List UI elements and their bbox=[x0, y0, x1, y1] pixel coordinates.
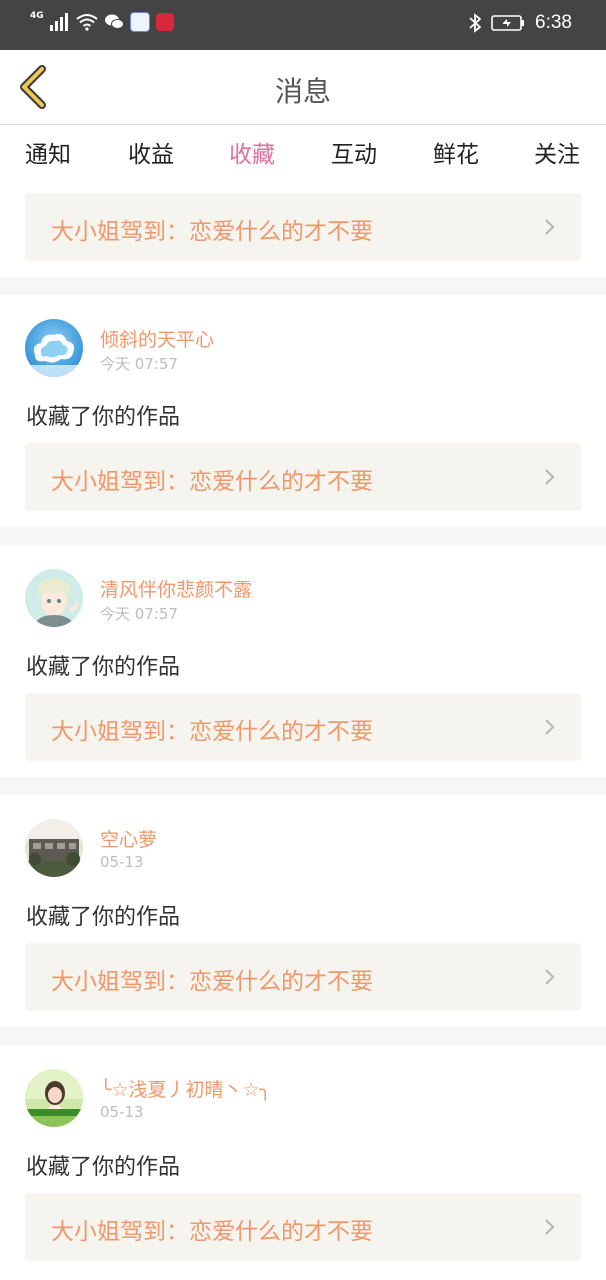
timestamp: 今天 07:57 bbox=[100, 605, 178, 623]
girl-photo-avatar-image bbox=[25, 1069, 83, 1127]
timestamp: 05-13 bbox=[100, 853, 144, 871]
music-app-icon bbox=[129, 12, 150, 32]
status-bar: 4G 6:38 bbox=[0, 0, 606, 50]
work-link[interactable]: 大小姐驾到：恋爱什么的才不要 bbox=[25, 1193, 581, 1261]
message-card: ╰☆浅夏丿初晴丶☆╮ 05-13 收藏了你的作品 大小姐驾到：恋爱什么的才不要 bbox=[0, 1045, 606, 1277]
chevron-right-icon bbox=[545, 719, 555, 735]
work-title: 大小姐驾到：恋爱什么的才不要 bbox=[51, 469, 373, 495]
tab-favorites-label: 收藏 bbox=[229, 142, 275, 168]
tab-follow[interactable]: 关注 bbox=[517, 135, 597, 169]
divider bbox=[0, 777, 606, 795]
tab-bar: 通知 收益 收藏 互动 鲜花 关注 bbox=[0, 125, 606, 185]
timestamp: 今天 07:57 bbox=[100, 355, 178, 373]
anime-boy-avatar-image bbox=[25, 569, 83, 627]
work-link[interactable]: 大小姐驾到：恋爱什么的才不要 bbox=[25, 943, 581, 1011]
clock: 6:38 bbox=[535, 12, 572, 33]
tab-notice[interactable]: 通知 bbox=[8, 135, 88, 169]
wifi-icon bbox=[76, 14, 98, 31]
tab-earnings[interactable]: 收益 bbox=[111, 135, 191, 169]
avatar[interactable] bbox=[25, 819, 83, 877]
chevron-right-icon bbox=[545, 219, 555, 235]
chevron-right-icon bbox=[545, 969, 555, 985]
navigation-bar: 消息 bbox=[0, 50, 606, 125]
work-link[interactable]: 大小姐驾到：恋爱什么的才不要 bbox=[25, 443, 581, 511]
chevron-right-icon bbox=[545, 469, 555, 485]
tab-flowers[interactable]: 鲜花 bbox=[416, 135, 496, 169]
work-title: 大小姐驾到：恋爱什么的才不要 bbox=[51, 1219, 373, 1245]
page-title: 消息 bbox=[274, 75, 331, 108]
bluetooth-icon bbox=[469, 13, 482, 33]
work-title: 大小姐驾到：恋爱什么的才不要 bbox=[51, 719, 373, 745]
message-list: 大小姐驾到：恋爱什么的才不要 倾斜的天平心 今天 07:57 收藏了你的作品 大… bbox=[0, 181, 606, 1277]
divider bbox=[0, 1027, 606, 1045]
username[interactable]: 清风伴你悲颜不露 bbox=[100, 575, 252, 602]
username[interactable]: ╰☆浅夏丿初晴丶☆╮ bbox=[100, 1075, 271, 1102]
work-link[interactable]: 大小姐驾到：恋爱什么的才不要 bbox=[25, 193, 581, 261]
tab-favorites[interactable]: 收藏 bbox=[212, 135, 292, 185]
status-right-icons: 6:38 bbox=[469, 12, 572, 34]
message-card: 大小姐驾到：恋爱什么的才不要 bbox=[0, 181, 606, 277]
username[interactable]: 空心萝 bbox=[100, 825, 157, 852]
timestamp: 05-13 bbox=[100, 1103, 144, 1121]
action-text: 收藏了你的作品 bbox=[26, 905, 181, 930]
huawei-app-icon bbox=[155, 13, 174, 31]
message-card: 清风伴你悲颜不露 今天 07:57 收藏了你的作品 大小姐驾到：恋爱什么的才不要 bbox=[0, 545, 606, 777]
action-text: 收藏了你的作品 bbox=[26, 405, 181, 430]
message-card: 空心萝 05-13 收藏了你的作品 大小姐驾到：恋爱什么的才不要 bbox=[0, 795, 606, 1027]
work-link[interactable]: 大小姐驾到：恋爱什么的才不要 bbox=[25, 693, 581, 761]
divider bbox=[0, 527, 606, 545]
avatar[interactable] bbox=[25, 1069, 83, 1127]
cloud-avatar-image bbox=[25, 319, 83, 377]
signal-icon bbox=[49, 13, 68, 31]
username[interactable]: 倾斜的天平心 bbox=[100, 325, 214, 352]
action-text: 收藏了你的作品 bbox=[26, 655, 181, 680]
network-type: 4G bbox=[30, 11, 44, 21]
divider bbox=[0, 277, 606, 295]
wechat-icon bbox=[104, 14, 124, 29]
work-title: 大小姐驾到：恋爱什么的才不要 bbox=[51, 969, 373, 995]
status-left-icons: 4G bbox=[30, 11, 174, 32]
action-text: 收藏了你的作品 bbox=[26, 1155, 181, 1180]
work-title: 大小姐驾到：恋爱什么的才不要 bbox=[51, 219, 373, 245]
message-card: 倾斜的天平心 今天 07:57 收藏了你的作品 大小姐驾到：恋爱什么的才不要 bbox=[0, 295, 606, 527]
chevron-right-icon bbox=[545, 1219, 555, 1235]
building-photo-avatar-image bbox=[25, 819, 83, 877]
battery-icon bbox=[491, 15, 525, 31]
tab-interaction[interactable]: 互动 bbox=[314, 135, 394, 169]
avatar[interactable] bbox=[25, 569, 83, 627]
avatar[interactable] bbox=[25, 319, 83, 377]
